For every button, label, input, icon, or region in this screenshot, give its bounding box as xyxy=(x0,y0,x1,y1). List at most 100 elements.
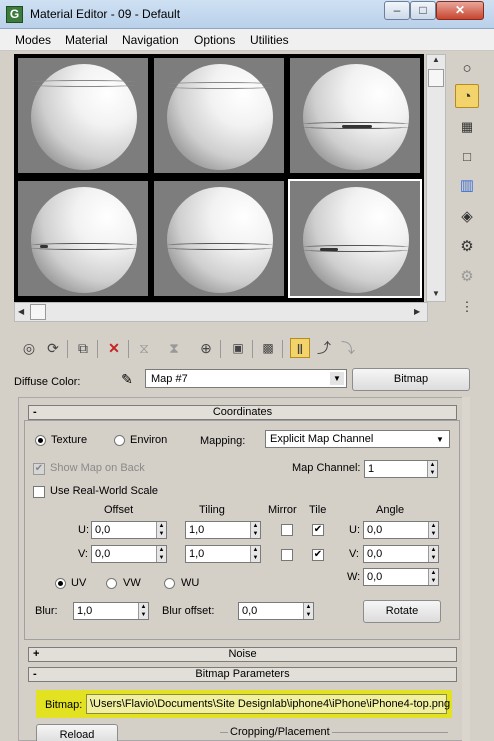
bitmap-path-button[interactable]: \Users\Flavio\Documents\Site Designlab\i… xyxy=(86,694,450,714)
put-to-library-icon[interactable]: ⊕ xyxy=(196,338,216,358)
slots-vertical-scrollbar[interactable]: ▲ ▼ xyxy=(426,54,446,302)
eyedropper-icon[interactable]: ✎ xyxy=(117,369,137,389)
menu-utilities[interactable]: Utilities xyxy=(250,33,289,47)
tile-v-checkbox[interactable]: ✔ xyxy=(312,549,324,561)
scroll-up-arrow-icon[interactable]: ▲ xyxy=(432,55,440,64)
sample-slot-5[interactable] xyxy=(152,179,286,298)
toolbar-separator xyxy=(282,340,283,358)
mapping-label: Mapping: xyxy=(200,435,246,447)
mapping-dropdown[interactable]: Explicit Map Channel ▼ xyxy=(265,430,450,448)
close-button[interactable]: ✕ xyxy=(436,1,484,20)
sample-uv-tiling-icon[interactable]: □ xyxy=(455,145,479,169)
offset-v-spinner[interactable]: 0,0 ▲ ▼ xyxy=(91,545,167,563)
scroll-left-arrow-icon[interactable]: ◀ xyxy=(18,307,24,316)
angle-w-spinner[interactable]: 0,0 ▲ ▼ xyxy=(363,568,439,586)
map-channel-spinner[interactable]: 1 ▲ ▼ xyxy=(364,460,438,478)
rollout-bitmap-parameters-header[interactable]: - Bitmap Parameters xyxy=(28,667,457,682)
sample-slot-1[interactable] xyxy=(16,56,150,175)
sample-slot-3[interactable] xyxy=(288,56,422,175)
texture-radio[interactable] xyxy=(35,435,46,446)
v-label: V: xyxy=(78,548,88,560)
spinner-arrows-icon[interactable]: ▲ ▼ xyxy=(428,522,438,538)
uv-radio[interactable] xyxy=(55,578,66,589)
make-unique-icon[interactable]: ⧗ xyxy=(164,338,184,358)
show-end-result-icon[interactable]: Ⅱ xyxy=(290,338,310,358)
band-detail xyxy=(40,245,48,248)
wu-radio[interactable] xyxy=(164,578,175,589)
spinner-arrows-icon[interactable]: ▲ ▼ xyxy=(428,569,438,585)
show-map-on-back-checkbox[interactable]: ✔ xyxy=(33,463,45,475)
go-to-parent-icon[interactable]: ⤴ xyxy=(314,338,334,358)
scroll-down-arrow-icon[interactable]: ▼ xyxy=(432,289,440,298)
mapping-value: Explicit Map Channel xyxy=(270,433,374,445)
rollout-noise-header[interactable]: + Noise xyxy=(28,647,457,662)
tiling-v-spinner[interactable]: 1,0 ▲ ▼ xyxy=(185,545,261,563)
sample-type-sphere-icon[interactable]: ○ xyxy=(455,57,479,81)
rotate-button[interactable]: Rotate xyxy=(363,600,441,623)
angle-v-spinner[interactable]: 0,0 ▲ ▼ xyxy=(363,545,439,563)
go-forward-to-sibling-icon[interactable]: ⤵ xyxy=(338,338,358,358)
map-channel-value: 1 xyxy=(368,463,375,475)
blur-spinner[interactable]: 1,0 ▲ ▼ xyxy=(73,602,149,620)
assign-material-icon[interactable]: ⧉ xyxy=(73,338,93,358)
spinner-arrows-icon[interactable]: ▲ ▼ xyxy=(427,461,437,477)
make-copy-icon[interactable]: ⧖ xyxy=(134,338,154,358)
show-shaded-material-icon[interactable]: ▩ xyxy=(258,338,278,358)
toolbar-separator xyxy=(252,340,253,358)
angle-u-spinner[interactable]: 0,0 ▲ ▼ xyxy=(363,521,439,539)
options-icon[interactable]: ⚙ xyxy=(455,235,479,259)
menu-material[interactable]: Material xyxy=(65,33,108,47)
angle-u-label: U: xyxy=(349,524,360,536)
get-material-icon[interactable]: ◎ xyxy=(19,338,39,358)
mirror-u-checkbox[interactable] xyxy=(281,524,293,536)
angle-v-label: V: xyxy=(349,548,359,560)
reload-button[interactable]: Reload xyxy=(36,724,118,741)
spinner-arrows-icon[interactable]: ▲ ▼ xyxy=(156,522,166,538)
spinner-arrows-icon[interactable]: ▲ ▼ xyxy=(138,603,148,619)
scroll-right-arrow-icon[interactable]: ▶ xyxy=(414,307,420,316)
offset-u-spinner[interactable]: 0,0 ▲ ▼ xyxy=(91,521,167,539)
environ-label: Environ xyxy=(130,434,168,446)
sample-slot-2[interactable] xyxy=(152,56,286,175)
spinner-arrows-icon[interactable]: ▲ ▼ xyxy=(250,546,260,562)
use-real-world-scale-checkbox[interactable] xyxy=(33,486,45,498)
reset-map-icon[interactable]: ✕ xyxy=(104,338,124,358)
mirror-v-checkbox[interactable] xyxy=(281,549,293,561)
chevron-down-icon[interactable]: ▼ xyxy=(330,372,344,385)
vertical-scroll-thumb[interactable] xyxy=(428,69,444,87)
spinner-arrows-icon[interactable]: ▲ ▼ xyxy=(428,546,438,562)
vw-radio[interactable] xyxy=(106,578,117,589)
spinner-arrows-icon[interactable]: ▲ ▼ xyxy=(250,522,260,538)
material-id-channel-icon[interactable]: ▣ xyxy=(228,338,248,358)
chevron-down-icon[interactable]: ▼ xyxy=(433,433,447,446)
map-type-button[interactable]: Bitmap xyxy=(352,368,470,391)
environ-radio[interactable] xyxy=(114,435,125,446)
slots-horizontal-scrollbar[interactable]: ◀ ▶ xyxy=(14,302,428,322)
menu-navigation[interactable]: Navigation xyxy=(122,33,179,47)
sample-slot-6-active[interactable] xyxy=(288,179,422,298)
material-map-navigator-icon[interactable]: ⋮ xyxy=(455,295,479,319)
tile-u-checkbox[interactable]: ✔ xyxy=(312,524,324,536)
maximize-button[interactable]: □ xyxy=(410,1,436,20)
select-by-material-icon[interactable]: ⚙ xyxy=(455,265,479,289)
backlight-icon[interactable]: ◔ xyxy=(455,84,479,108)
blur-offset-spinner[interactable]: 0,0 ▲ ▼ xyxy=(238,602,314,620)
video-color-check-icon[interactable]: ▥ xyxy=(455,174,479,198)
map-name-dropdown[interactable]: Map #7 ▼ xyxy=(145,369,347,388)
sample-slot-4[interactable] xyxy=(16,179,150,298)
tiling-u-spinner[interactable]: 1,0 ▲ ▼ xyxy=(185,521,261,539)
rollout-title: Coordinates xyxy=(212,406,273,418)
background-checker-icon[interactable]: ▦ xyxy=(455,115,479,139)
minimize-button[interactable]: – xyxy=(384,1,410,20)
material-sphere xyxy=(167,187,273,293)
make-preview-icon[interactable]: ◈ xyxy=(455,205,479,229)
menu-options[interactable]: Options xyxy=(194,33,235,47)
uv-label: UV xyxy=(71,577,87,589)
spinner-arrows-icon[interactable]: ▲ ▼ xyxy=(156,546,166,562)
menu-modes[interactable]: Modes xyxy=(15,33,51,47)
rollout-coordinates-header[interactable]: - Coordinates xyxy=(28,405,457,420)
spinner-arrows-icon[interactable]: ▲ ▼ xyxy=(303,603,313,619)
rollout-scrollbar[interactable] xyxy=(462,397,470,741)
horizontal-scroll-thumb[interactable] xyxy=(30,304,46,320)
put-material-icon[interactable]: ⟳ xyxy=(43,338,63,358)
